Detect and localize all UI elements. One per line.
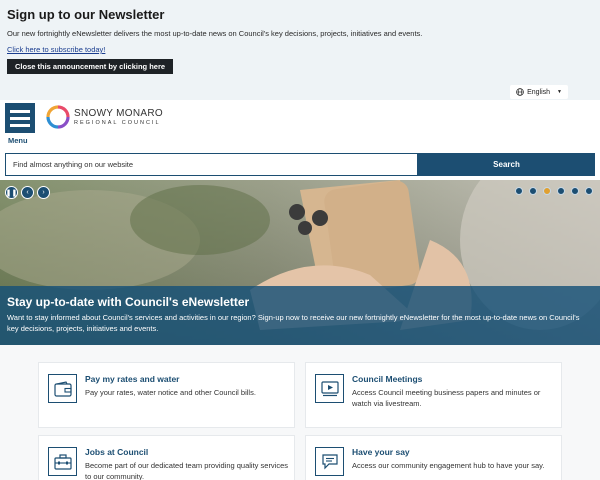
carousel-dot[interactable] [529, 187, 537, 195]
tile-have-your-say[interactable]: Have your say Access our community engag… [305, 435, 562, 480]
menu-button[interactable] [5, 103, 35, 133]
announcement-title: Sign up to our Newsletter [7, 7, 165, 22]
carousel-dot-active[interactable] [543, 187, 551, 195]
search-button[interactable]: Search [418, 153, 595, 176]
hero-caption: Stay up-to-date with Council's eNewslett… [0, 286, 600, 345]
carousel-controls: ❚❚ ‹ › [5, 186, 50, 199]
tile-title: Have your say [352, 447, 410, 457]
council-logo[interactable]: SNOWY MONARO REGIONAL COUNCIL [46, 105, 163, 129]
hero-carousel: ❚❚ ‹ › Stay up-to-date with Council's eN… [0, 180, 600, 345]
subscribe-link[interactable]: Click here to subscribe today! [7, 45, 593, 54]
video-player-icon [315, 374, 344, 403]
chevron-left-icon[interactable]: ‹ [21, 186, 34, 199]
tile-jobs[interactable]: Jobs at Council Become part of our dedic… [38, 435, 295, 480]
hamburger-icon [10, 109, 30, 113]
tile-council-meetings[interactable]: Council Meetings Access Council meeting … [305, 362, 562, 428]
logo-mark-icon [46, 105, 70, 129]
tile-title: Council Meetings [352, 374, 423, 384]
site-header: Menu SNOWY MONARO REGIONAL COUNCIL [0, 100, 600, 152]
briefcase-icon [48, 447, 77, 476]
announcement-text: Our new fortnightly eNewsletter delivers… [7, 29, 423, 38]
newsletter-announcement: Sign up to our Newsletter Our new fortni… [0, 0, 600, 82]
tile-pay-rates[interactable]: Pay my rates and water Pay your rates, w… [38, 362, 295, 428]
tile-text: Access our community engagement hub to h… [352, 461, 545, 470]
language-select[interactable]: English ▼ [510, 85, 568, 99]
language-bar: English ▼ [0, 82, 600, 100]
language-selected: English [527, 88, 551, 96]
hero-title: Stay up-to-date with Council's eNewslett… [7, 295, 250, 309]
chevron-down-icon: ▼ [557, 89, 562, 95]
carousel-dot[interactable] [557, 187, 565, 195]
carousel-dot[interactable] [585, 187, 593, 195]
tile-title: Pay my rates and water [85, 374, 180, 384]
pause-icon[interactable]: ❚❚ [5, 186, 18, 199]
globe-icon [516, 88, 524, 96]
speech-bubble-icon [315, 447, 344, 476]
quick-links: Pay my rates and water Pay your rates, w… [0, 345, 600, 480]
hero-text: Want to stay informed about Council's se… [7, 313, 580, 333]
close-announcement-button[interactable]: Close this announcement by clicking here [7, 59, 174, 74]
logo-line-1: SNOWY MONARO [74, 108, 163, 119]
tile-text: Become part of our dedicated team provid… [85, 461, 289, 480]
wallet-icon [48, 374, 77, 403]
logo-line-2: REGIONAL COUNCIL [74, 120, 161, 126]
search-input[interactable] [5, 153, 418, 176]
menu-label: Menu [8, 136, 28, 145]
tile-text: Pay your rates, water notice and other C… [85, 388, 256, 397]
carousel-dot[interactable] [515, 187, 523, 195]
tile-text: Access Council meeting business papers a… [352, 388, 541, 408]
site-search: Search [5, 153, 595, 176]
carousel-dot[interactable] [571, 187, 579, 195]
chevron-right-icon[interactable]: › [37, 186, 50, 199]
tile-title: Jobs at Council [85, 447, 149, 457]
carousel-dots [515, 187, 593, 195]
